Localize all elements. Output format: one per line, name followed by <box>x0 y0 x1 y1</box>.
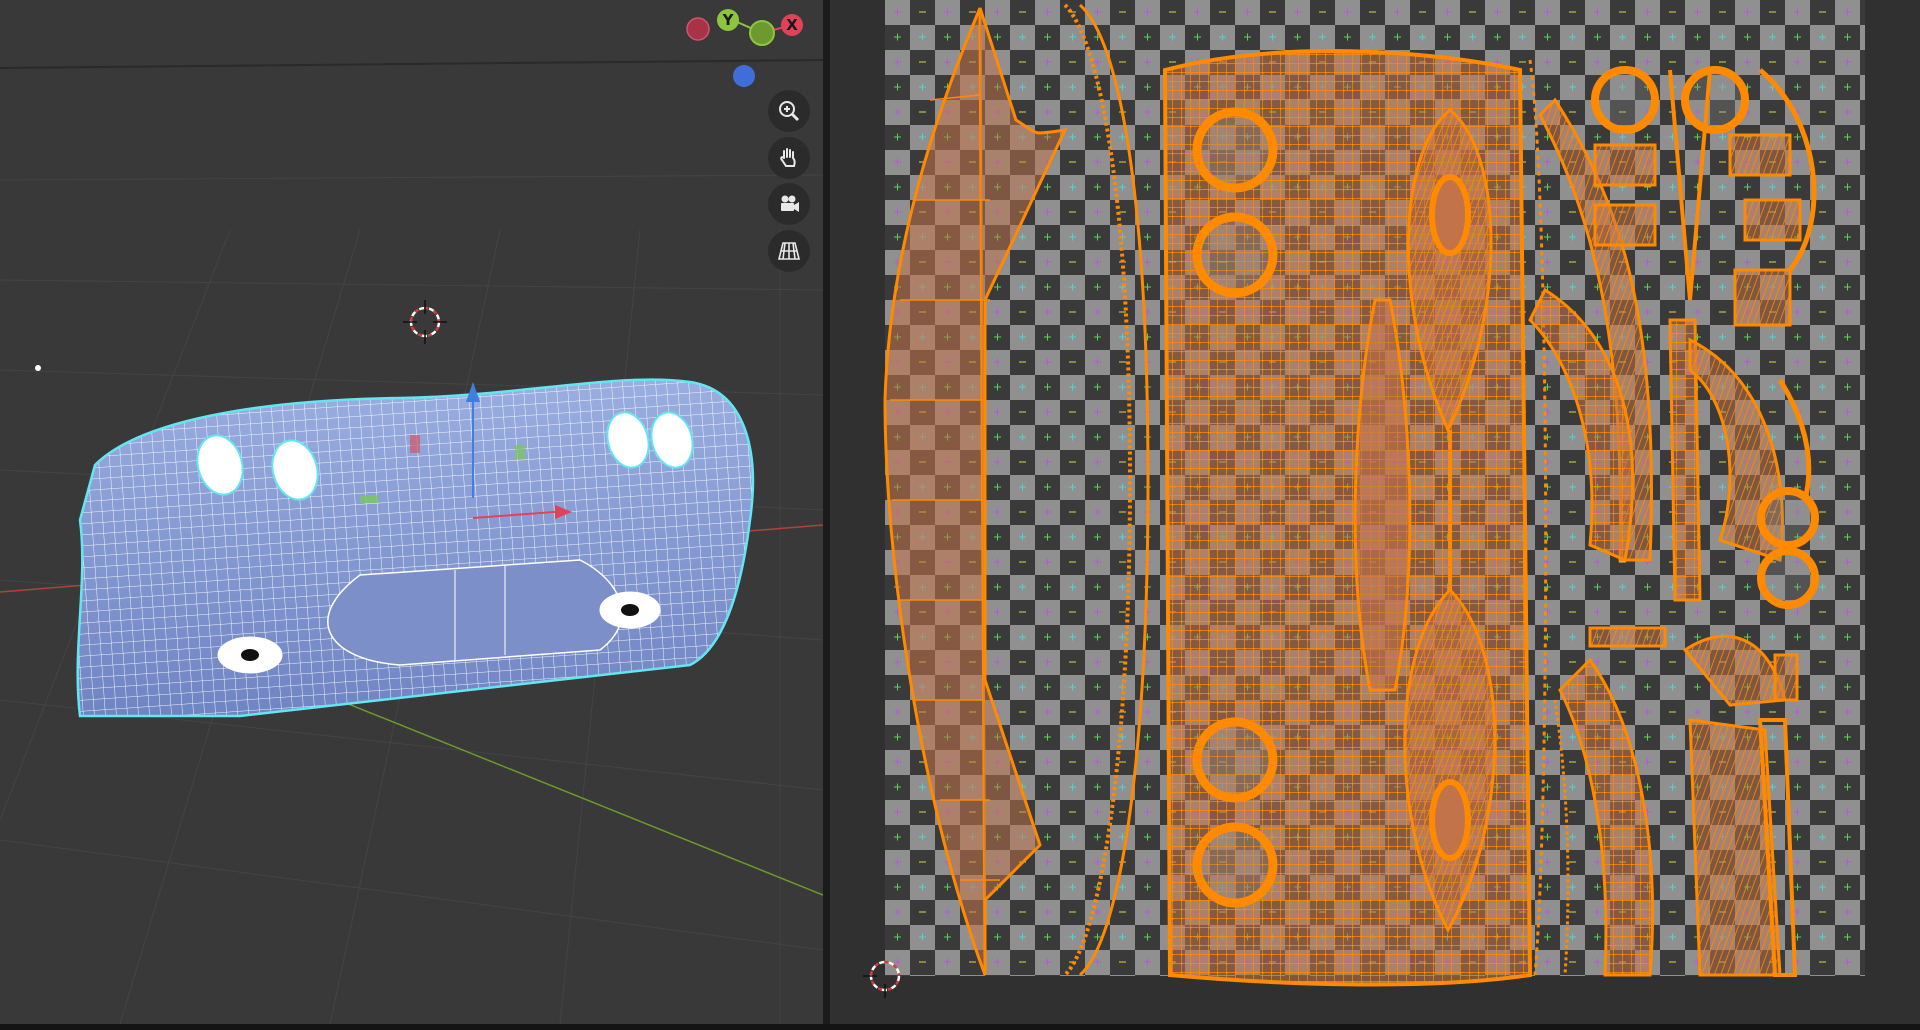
3d-viewport[interactable]: Y X <box>0 0 823 1024</box>
perspective-grid-icon <box>777 242 801 260</box>
gizmo-x-label: X <box>786 16 798 34</box>
zoom-icon <box>779 101 800 122</box>
camera-view-button[interactable] <box>768 183 810 225</box>
blender-window: Y X <box>0 0 1920 1030</box>
viewport-canvas[interactable]: Y X <box>0 0 823 1024</box>
area-divider[interactable] <box>823 0 830 1030</box>
pan-hand-icon <box>780 148 796 167</box>
gizmo-y-axis[interactable]: Y <box>717 9 739 31</box>
3d-cursor-icon[interactable] <box>403 300 447 344</box>
light-object[interactable] <box>35 365 41 371</box>
gizmo-x-axis[interactable]: X <box>781 14 803 36</box>
camera-icon <box>781 195 799 212</box>
zoom-button[interactable] <box>768 90 810 132</box>
uv-editor[interactable] <box>830 0 1920 1024</box>
orientation-gizmo[interactable]: Y X <box>686 9 803 87</box>
perspective-toggle-button[interactable] <box>768 230 810 272</box>
viewport-header-edge <box>0 59 823 69</box>
status-bar-edge <box>0 1024 1920 1030</box>
uv-canvas[interactable] <box>830 0 1920 1024</box>
gizmo-y-label: Y <box>722 11 735 29</box>
gizmo-neg-y[interactable] <box>749 20 775 46</box>
pan-button[interactable] <box>768 137 810 179</box>
wireframe-mesh[interactable] <box>60 360 780 740</box>
gizmo-z-axis[interactable] <box>733 65 755 87</box>
gizmo-neg-x[interactable] <box>686 17 710 41</box>
uv-island-main-panel[interactable] <box>1162 49 1533 987</box>
